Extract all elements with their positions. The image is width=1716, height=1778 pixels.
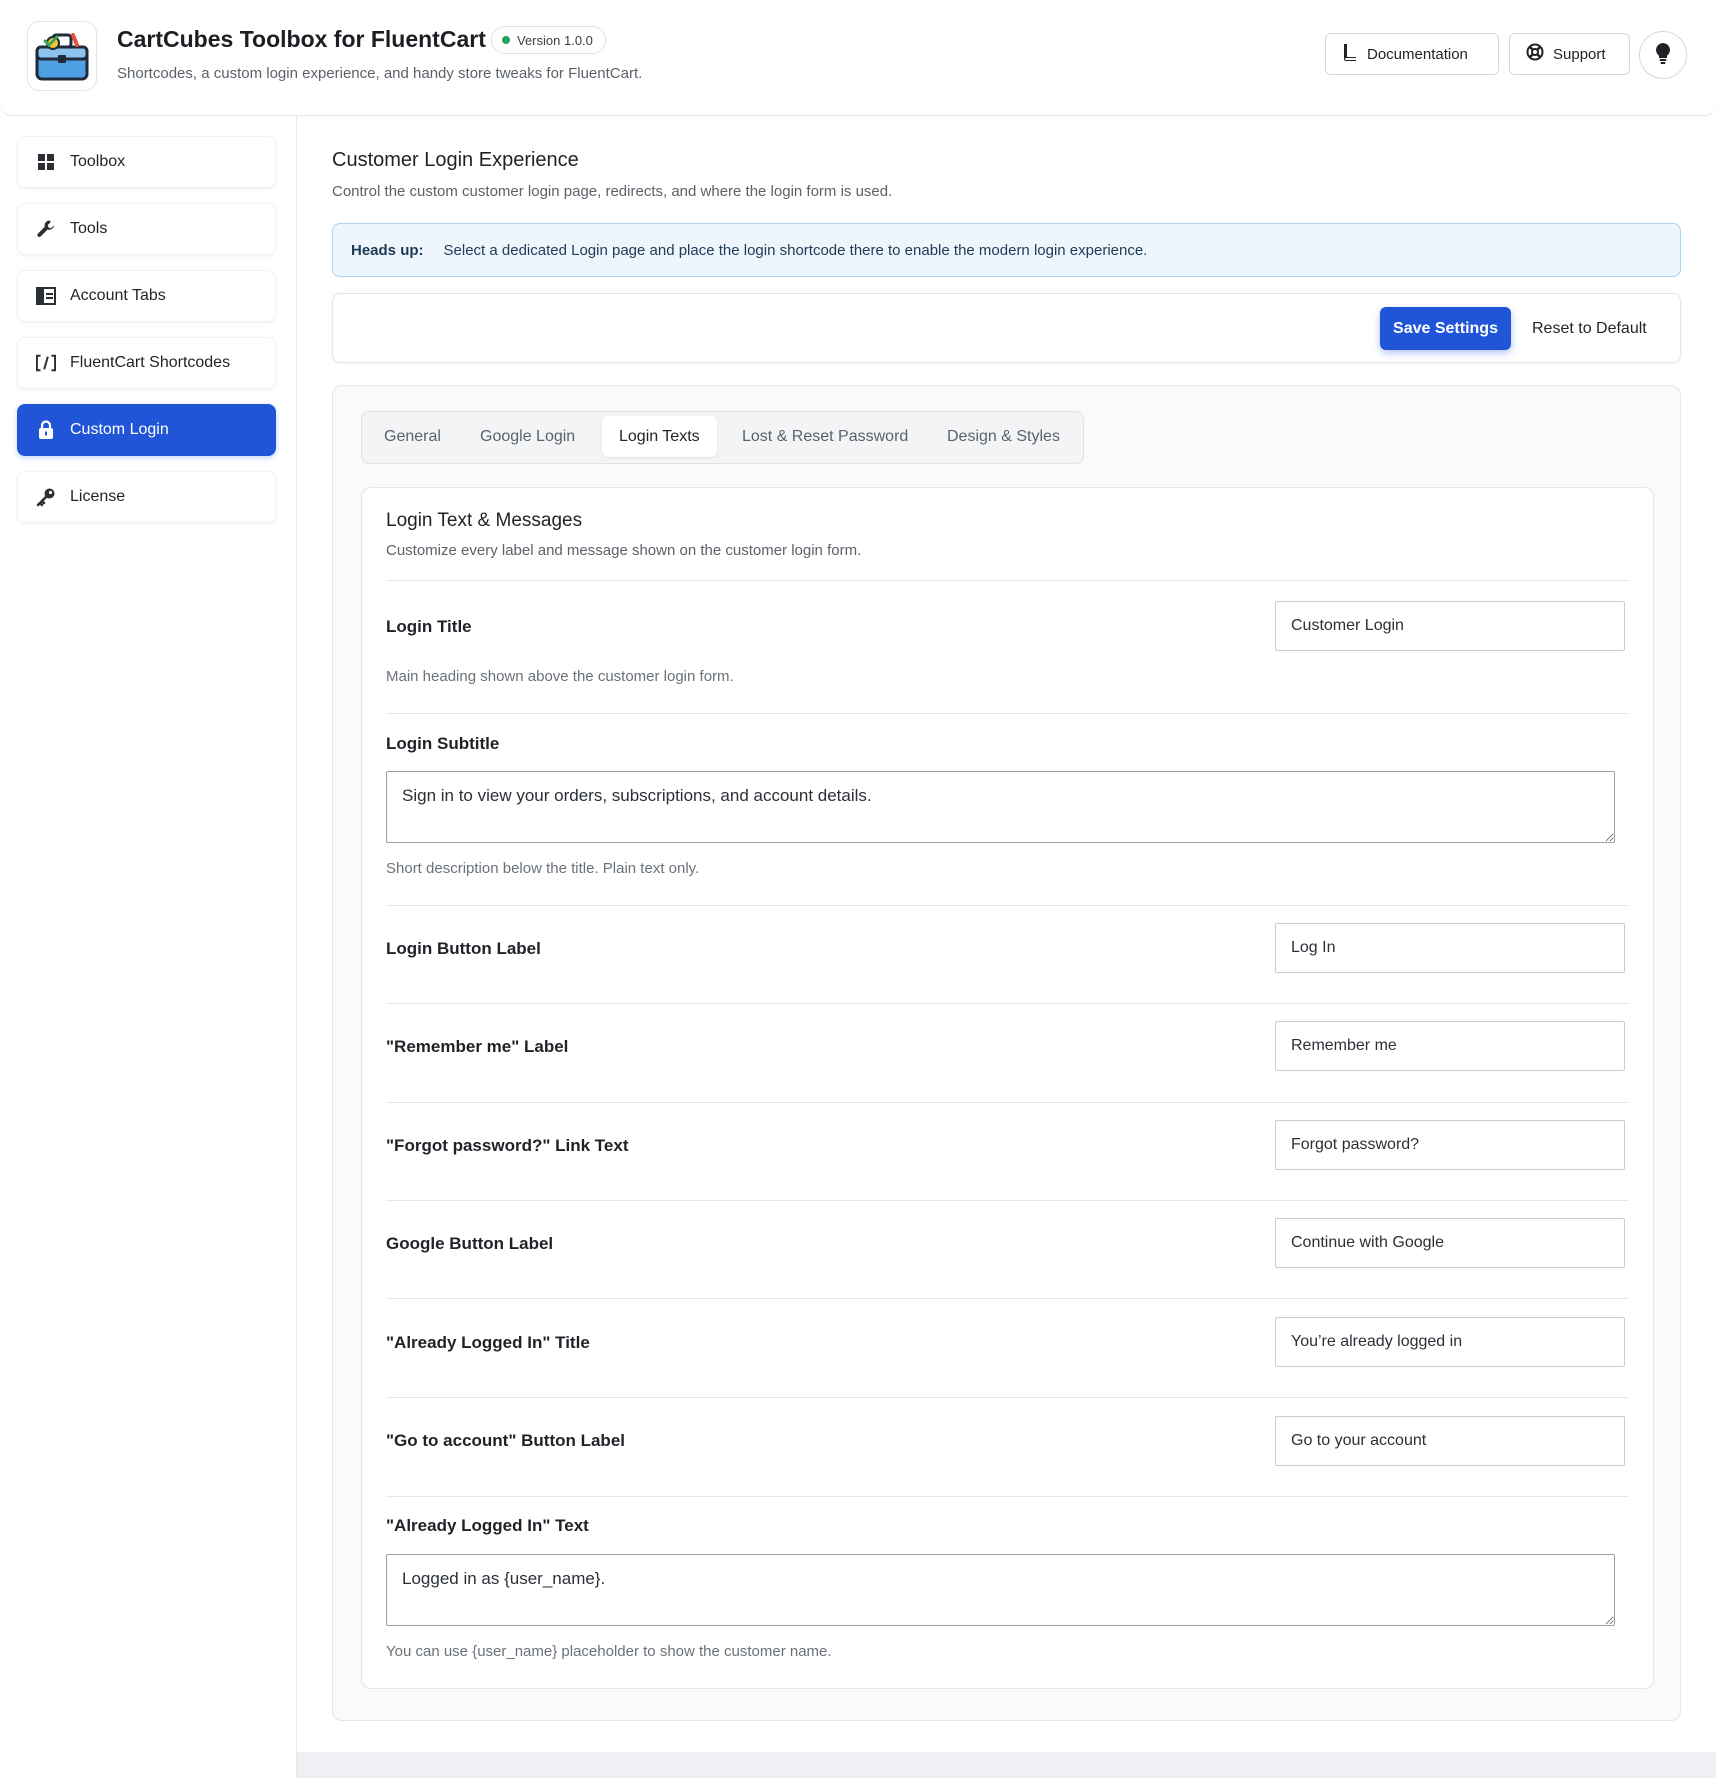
main-footer-area [297, 1752, 1716, 1778]
google-button-input[interactable] [1275, 1218, 1625, 1268]
tips-button[interactable] [1639, 31, 1687, 79]
info-notice: Heads up: Select a dedicated Login page … [332, 223, 1681, 277]
login-subtitle-textarea[interactable]: Sign in to view your orders, subscriptio… [386, 771, 1615, 843]
grid-icon [36, 152, 56, 172]
already-logged-title-label: "Already Logged In" Title [386, 1333, 590, 1352]
divider [386, 1003, 1629, 1004]
lock-icon [36, 420, 56, 440]
tab-google-login[interactable]: Google Login [463, 416, 592, 457]
save-settings-button[interactable]: Save Settings [1380, 307, 1511, 350]
wrench-icon [36, 219, 56, 239]
card-description: Customize every label and message shown … [386, 542, 862, 559]
already-logged-title-input[interactable] [1275, 1317, 1625, 1367]
already-logged-text-label: "Already Logged In" Text [386, 1516, 589, 1535]
sidebar-item-label: FluentCart Shortcodes [70, 354, 231, 371]
sidebar-item-label: Tools [70, 220, 108, 237]
support-button[interactable]: Support [1509, 33, 1630, 75]
reset-default-button[interactable]: Reset to Default [1526, 307, 1653, 350]
divider [386, 580, 1629, 581]
card-title: Login Text & Messages [386, 510, 583, 531]
remember-me-input[interactable] [1275, 1021, 1625, 1071]
shortcode-icon [36, 353, 56, 373]
tab-login-texts[interactable]: Login Texts [602, 416, 717, 457]
tab-lost-reset-password[interactable]: Lost & Reset Password [725, 416, 925, 457]
divider [386, 713, 1629, 714]
sidebar-item-license[interactable]: License [17, 471, 276, 523]
login-title-label: Login Title [386, 617, 472, 636]
forgot-password-input[interactable] [1275, 1120, 1625, 1170]
forgot-password-label: "Forgot password?" Link Text [386, 1136, 629, 1155]
app-title: CartCubes Toolbox for FluentCart [117, 26, 486, 52]
version-badge: Version 1.0.0 [491, 26, 606, 54]
sidebar-item-custom-login[interactable]: Custom Login [17, 404, 276, 456]
sidebar-item-account-tabs[interactable]: Account Tabs [17, 270, 276, 322]
toolbox-icon [27, 21, 97, 91]
support-label: Support [1553, 45, 1606, 63]
go-to-account-input[interactable] [1275, 1416, 1625, 1466]
page-title: Customer Login Experience [332, 149, 579, 171]
sidebar-item-label: License [70, 488, 126, 505]
app-subtitle: Shortcodes, a custom login experience, a… [117, 65, 643, 82]
sidebar-item-label: Custom Login [70, 421, 169, 438]
app-header: CartCubes Toolbox for FluentCart Version… [0, 0, 1716, 116]
status-dot-icon [502, 36, 510, 44]
sidebar-item-label: Account Tabs [70, 287, 166, 304]
divider [386, 1397, 1629, 1398]
sidebar-item-toolbox[interactable]: Toolbox [17, 136, 276, 188]
tabs-icon [36, 286, 56, 306]
sidebar-item-fluentcart-shortcodes[interactable]: FluentCart Shortcodes [17, 337, 276, 389]
login-button-input[interactable] [1275, 923, 1625, 973]
login-subtitle-help: Short description below the title. Plain… [386, 860, 700, 877]
version-text: Version 1.0.0 [517, 32, 593, 48]
login-subtitle-label: Login Subtitle [386, 734, 500, 753]
key-icon [36, 487, 56, 507]
tab-general[interactable]: General [367, 416, 458, 457]
lifebuoy-icon [1526, 43, 1544, 65]
already-logged-text-textarea[interactable]: Logged in as {user_name}. [386, 1554, 1615, 1626]
page-description: Control the custom customer login page, … [332, 183, 893, 200]
notice-text: Select a dedicated Login page and place … [443, 241, 1148, 259]
remember-me-label: "Remember me" Label [386, 1037, 569, 1056]
tab-design-styles[interactable]: Design & Styles [930, 416, 1077, 457]
divider [386, 905, 1629, 906]
already-logged-text-help: You can use {user_name} placeholder to s… [386, 1643, 832, 1660]
go-to-account-label: "Go to account" Button Label [386, 1431, 625, 1450]
login-title-help: Main heading shown above the customer lo… [386, 668, 734, 685]
sidebar-item-tools[interactable]: Tools [17, 203, 276, 255]
divider [386, 1298, 1629, 1299]
google-button-label: Google Button Label [386, 1234, 554, 1253]
book-icon [1342, 43, 1358, 65]
notice-label: Heads up: [351, 241, 424, 259]
divider [386, 1102, 1629, 1103]
divider [386, 1496, 1629, 1497]
lightbulb-icon [1655, 42, 1671, 69]
login-button-label: Login Button Label [386, 939, 541, 958]
sidebar-item-label: Toolbox [70, 153, 126, 170]
divider [386, 1200, 1629, 1201]
documentation-label: Documentation [1367, 45, 1468, 63]
documentation-button[interactable]: Documentation [1325, 33, 1499, 75]
login-title-input[interactable] [1275, 601, 1625, 651]
